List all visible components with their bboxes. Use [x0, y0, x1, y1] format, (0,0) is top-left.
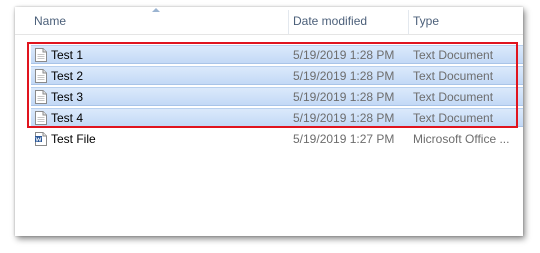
file-row-test-4[interactable]: Test 4 5/19/2019 1:28 PM Text Document: [31, 108, 523, 127]
file-row-test-1[interactable]: Test 1 5/19/2019 1:28 PM Text Document: [31, 45, 523, 64]
column-header-type[interactable]: Type: [408, 7, 523, 34]
sort-ascending-icon: [152, 8, 160, 12]
file-row-test-2[interactable]: Test 2 5/19/2019 1:28 PM Text Document: [31, 66, 523, 85]
column-header-bar: Name Date modified Type: [15, 7, 523, 35]
text-document-icon: [35, 48, 47, 62]
file-date-modified: 5/19/2019 1:28 PM: [293, 48, 395, 62]
file-explorer-window: Name Date modified Type Test 1 5/19/2019…: [15, 7, 523, 236]
file-type: Text Document: [413, 90, 494, 104]
file-row-test-file[interactable]: Test File 5/19/2019 1:27 PM Microsoft Of…: [31, 130, 523, 149]
file-type: Text Document: [413, 111, 494, 125]
file-date-modified: 5/19/2019 1:28 PM: [293, 69, 395, 83]
file-name: Test 3: [51, 90, 84, 104]
text-document-icon: [35, 111, 47, 125]
file-type: Text Document: [413, 69, 494, 83]
file-type: Microsoft Office ...: [413, 132, 510, 146]
column-header-date-modified[interactable]: Date modified: [288, 7, 408, 34]
file-date-modified: 5/19/2019 1:28 PM: [293, 90, 395, 104]
file-type: Text Document: [413, 48, 494, 62]
file-name: Test File: [51, 132, 96, 146]
text-document-icon: [35, 90, 47, 104]
word-document-icon: [35, 132, 47, 146]
file-name: Test 2: [51, 69, 84, 83]
file-row-test-3[interactable]: Test 3 5/19/2019 1:28 PM Text Document: [31, 87, 523, 106]
file-name: Test 1: [51, 48, 84, 62]
file-name: Test 4: [51, 111, 84, 125]
file-date-modified: 5/19/2019 1:28 PM: [293, 111, 395, 125]
text-document-icon: [35, 69, 47, 83]
file-date-modified: 5/19/2019 1:27 PM: [293, 132, 395, 146]
